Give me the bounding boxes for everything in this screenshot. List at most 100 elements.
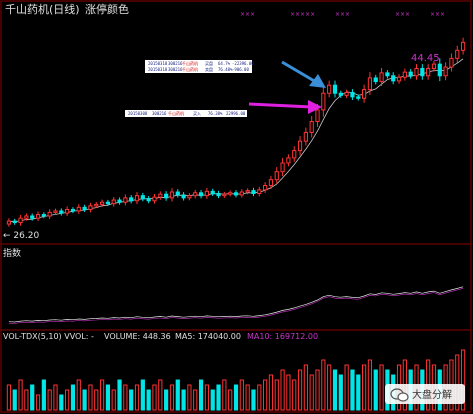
candle-body — [391, 75, 396, 82]
candle-body — [94, 203, 99, 207]
annotation-cell: 卖盘 — [205, 66, 213, 72]
volume-bar — [204, 384, 209, 411]
price-high-label: 44.45 — [411, 53, 440, 64]
candle-body — [367, 77, 373, 91]
volume-bar — [169, 384, 175, 411]
annotation-cell: 千山药机 — [182, 66, 198, 72]
candle-body — [117, 199, 122, 203]
volume-bar — [24, 389, 29, 411]
annotation-cell: 20150318 — [148, 67, 168, 72]
candle-body — [18, 217, 23, 224]
candle-body — [99, 201, 105, 205]
volume-bar — [47, 389, 52, 411]
candle-body — [175, 191, 180, 196]
volume-bar — [53, 384, 58, 411]
volume-bar — [18, 379, 23, 411]
volume-bar — [111, 389, 116, 411]
volume-bar — [280, 369, 285, 411]
volume-bar — [187, 384, 192, 411]
top-mark: ××× — [430, 11, 445, 18]
volume-panel-label: VOL-TDX(5,10) VVOL: - — [3, 332, 94, 341]
candle-body — [297, 140, 303, 152]
candle-body — [111, 199, 116, 205]
volume-bar — [35, 394, 41, 411]
index-line-main — [8, 286, 464, 323]
candle-body — [338, 92, 343, 96]
candle-body — [292, 150, 297, 159]
annotation-cell: 千山药机 — [168, 110, 184, 116]
candle-body — [373, 77, 378, 83]
annotation-cell: 买入 — [193, 110, 201, 116]
chart-subtitle: 涨停颜色 — [85, 2, 129, 16]
chart-title: 千山药机(日线) — [5, 2, 80, 16]
index-panel-label: 指数 — [3, 247, 21, 259]
candle-body — [344, 91, 349, 96]
annotation-cell: 20150308 — [128, 111, 148, 116]
volume-bar — [70, 384, 76, 411]
volume-bar — [175, 379, 180, 411]
candle-body — [204, 190, 209, 197]
candle-body — [327, 84, 332, 94]
candle-body — [47, 211, 52, 217]
annotation-cell: 22996.00 — [226, 111, 246, 116]
volume-bar — [257, 384, 262, 411]
top-mark: ××× — [335, 11, 350, 18]
volume-bar — [65, 389, 70, 411]
volume-bar — [367, 359, 373, 411]
candle-body — [257, 189, 262, 194]
volume-bar — [59, 394, 64, 411]
volume-bar — [146, 389, 151, 411]
candle-body — [12, 220, 17, 224]
annotation-cell: 买盘 — [205, 60, 213, 66]
candle-body — [431, 63, 437, 70]
top-mark: ××× — [395, 11, 410, 18]
candle-body — [280, 162, 285, 173]
volume-bar — [292, 379, 297, 411]
magenta-arrow — [248, 100, 322, 114]
volume-bar — [274, 379, 279, 411]
candle-body — [70, 208, 76, 212]
candle-body — [228, 192, 233, 195]
volume-bar — [228, 389, 233, 411]
candle-body — [187, 195, 192, 199]
volume-bar — [210, 389, 215, 411]
volume-bar — [140, 379, 145, 411]
volume-bar — [338, 374, 343, 411]
volume-bar — [239, 379, 244, 411]
volume-bar — [152, 384, 157, 411]
candle-body — [35, 214, 41, 219]
volume-bar — [332, 369, 338, 411]
candle-body — [315, 109, 320, 123]
index-line — [8, 286, 464, 324]
candle-body — [362, 89, 367, 99]
annotation-cell: -906.00 — [232, 67, 249, 72]
volume-bar — [12, 389, 17, 411]
volume-bar — [350, 369, 355, 411]
annotation-cell: 300216 — [168, 61, 183, 66]
volume-bar — [94, 389, 99, 411]
annotation-cell: 76.38% — [208, 111, 223, 116]
price-low-label: ← 26.20 — [3, 231, 39, 241]
candle-body — [88, 205, 93, 210]
annotation-cell: 300216 — [168, 67, 183, 72]
candle-body — [396, 76, 402, 82]
volume-bar — [233, 384, 239, 411]
volume-bar — [123, 384, 128, 411]
candle-body — [169, 191, 175, 199]
candle-body — [216, 192, 221, 197]
volume-bar — [30, 384, 35, 411]
candle-body — [140, 195, 145, 200]
volume-bar — [99, 379, 105, 411]
volume-bar — [6, 384, 12, 411]
candle-body — [455, 49, 460, 59]
candle-body — [134, 195, 140, 202]
candle-body — [251, 190, 256, 194]
candle-body — [53, 210, 58, 213]
candle-body — [152, 196, 157, 202]
candle-body — [385, 72, 390, 77]
candle-body — [321, 92, 326, 111]
candle-body — [263, 185, 268, 191]
candle-body — [414, 68, 419, 77]
candle-body — [59, 210, 64, 214]
volume-bar — [41, 379, 46, 411]
